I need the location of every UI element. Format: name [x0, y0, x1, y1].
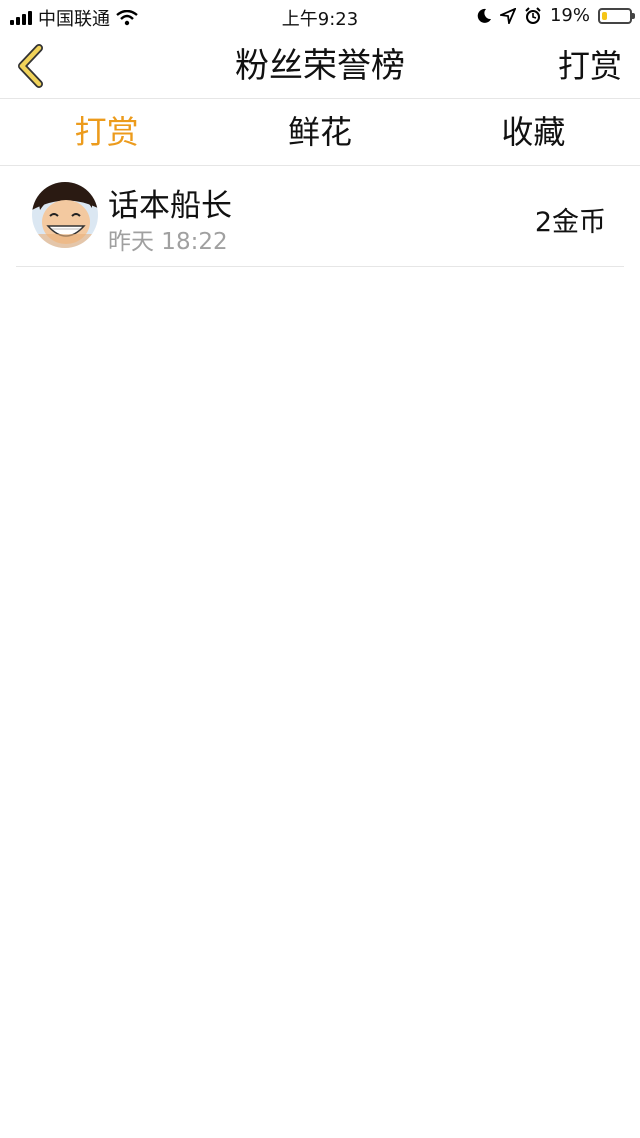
moon-icon: [477, 8, 491, 23]
fan-list: 话本船长 昨天 18:22 2金币: [0, 166, 640, 267]
list-item[interactable]: 话本船长 昨天 18:22 2金币: [16, 166, 624, 267]
nav-bar: 粉丝荣誉榜 打赏: [0, 34, 640, 99]
back-button[interactable]: [10, 42, 50, 90]
avatar: [32, 182, 98, 248]
reward-button[interactable]: 打赏: [558, 34, 622, 98]
reward-amount: 2金币: [534, 207, 606, 238]
battery-fill: [602, 11, 607, 20]
alarm-icon: [525, 6, 541, 24]
battery-percent: 19%: [549, 5, 590, 26]
tab-reward[interactable]: 打赏: [0, 99, 213, 165]
chevron-left-icon: [18, 44, 43, 88]
fan-name: 话本船长: [108, 188, 232, 224]
tab-favorites[interactable]: 收藏: [427, 99, 640, 165]
tab-flowers[interactable]: 鲜花: [213, 99, 426, 165]
page-title: 粉丝荣誉榜: [235, 46, 405, 86]
fan-time: 昨天 18:22: [108, 229, 228, 255]
location-icon: [499, 7, 516, 24]
tab-bar: 打赏 鲜花 收藏: [0, 99, 640, 166]
battery-icon: [598, 7, 635, 24]
status-bar: 中国联通 上午9:23 19%: [0, 0, 640, 34]
status-right: 19%: [476, 5, 635, 26]
